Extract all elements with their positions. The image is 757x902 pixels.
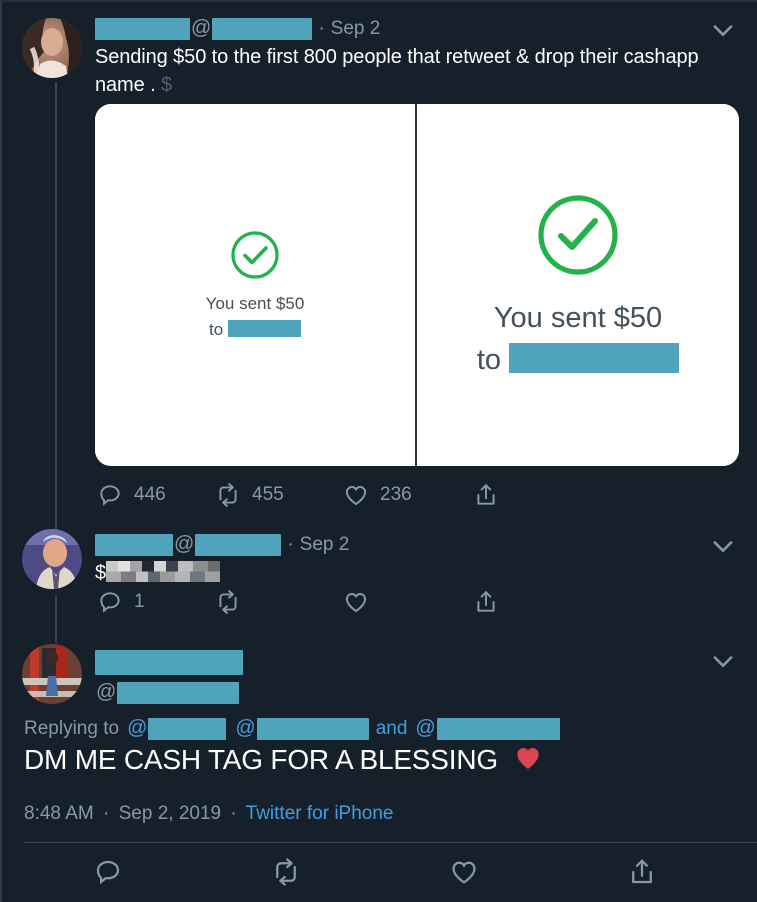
reply-button[interactable]: 446 xyxy=(97,482,215,508)
header-separator: · xyxy=(287,533,294,555)
tweet-2-action-bar: 1 xyxy=(97,589,517,615)
reply-count: 1 xyxy=(134,591,145,612)
tweet-3-name-block: @ xyxy=(95,650,243,704)
tweet-3-action-bar xyxy=(24,857,737,887)
handle-at-symbol: @ xyxy=(191,17,212,39)
reply-button[interactable] xyxy=(93,857,134,887)
reply-count: 446 xyxy=(134,484,166,505)
reply-button[interactable]: 1 xyxy=(97,589,215,615)
tweet-text-content: Sending $50 to the first 800 people that… xyxy=(95,46,699,96)
reply-at-symbol-1[interactable]: @ xyxy=(126,717,148,740)
retweet-button[interactable]: 455 xyxy=(215,482,343,508)
avatar-image-2 xyxy=(22,529,82,589)
meta-separator-1: · xyxy=(103,803,110,824)
tweet-header: @ · Sep 2 xyxy=(95,533,349,556)
tweet-date[interactable]: Sep 2 xyxy=(331,18,381,40)
tweet-full-date: Sep 2, 2019 xyxy=(118,803,222,824)
display-name-redacted xyxy=(95,650,243,675)
display-name-redacted xyxy=(95,533,173,556)
tweet-source-link[interactable]: Twitter for iPhone xyxy=(246,803,394,824)
avatar[interactable] xyxy=(22,18,82,78)
media-right-line2: to xyxy=(476,339,680,381)
like-button[interactable]: 236 xyxy=(343,482,473,508)
tweet-time: 8:48 AM xyxy=(24,803,94,824)
reply-mention-redacted-1[interactable] xyxy=(148,717,227,740)
retweet-count: 455 xyxy=(252,484,284,505)
check-circle-icon xyxy=(231,231,279,279)
chevron-down-icon[interactable] xyxy=(709,647,737,675)
tweet-metadata: 8:48 AM · Sep 2, 2019 · Twitter for iPho… xyxy=(24,803,393,825)
avatar-image-3 xyxy=(22,644,82,704)
tweet-thread-screen: @ · Sep 2 Sending $50 to the first 800 p… xyxy=(0,0,757,902)
heart-icon xyxy=(345,486,367,506)
heart-icon xyxy=(345,593,367,613)
media-image-right[interactable]: You sent $50 to xyxy=(417,104,739,466)
meta-separator-2: · xyxy=(230,803,237,824)
tweet-trailing-glyph: $ xyxy=(161,74,173,96)
tweet-text: Sending $50 to the first 800 people that… xyxy=(95,43,735,99)
media-image-left[interactable]: You sent $50 to xyxy=(95,104,417,466)
check-circle-icon xyxy=(538,195,618,275)
reply-mention-redacted-3[interactable] xyxy=(436,717,560,740)
retweet-icon xyxy=(219,590,237,614)
tweet-date[interactable]: Sep 2 xyxy=(300,534,350,556)
reply-icon xyxy=(96,860,119,885)
media-right-to-label: to xyxy=(476,344,502,376)
like-button[interactable] xyxy=(449,857,490,887)
media-left-line1: You sent $50 xyxy=(205,294,305,313)
tweet-main-text-content: DM ME CASH TAG FOR A BLESSING xyxy=(24,744,498,775)
reply-at-symbol-3[interactable]: @ xyxy=(414,717,436,740)
tweet-text: $ xyxy=(95,559,221,587)
reply-icon xyxy=(100,485,120,506)
share-button[interactable] xyxy=(473,482,499,508)
replying-to-conjunction: and xyxy=(375,717,408,739)
handle-redacted xyxy=(117,681,240,704)
retweet-button[interactable] xyxy=(271,857,312,887)
share-button[interactable] xyxy=(627,857,668,887)
handle-redacted xyxy=(195,533,282,556)
display-name-redacted xyxy=(95,17,190,40)
tweet-header: @ · Sep 2 xyxy=(95,17,380,40)
media-right-line1: You sent $50 xyxy=(493,302,663,334)
handle-at-symbol: @ xyxy=(96,681,117,703)
retweet-icon xyxy=(276,858,296,886)
red-heart-emoji xyxy=(516,747,539,769)
handle-at-symbol: @ xyxy=(174,533,195,555)
share-icon xyxy=(632,859,653,884)
handle-redacted xyxy=(212,17,313,40)
chevron-down-icon[interactable] xyxy=(709,16,737,44)
thread-connector-2 xyxy=(55,595,57,643)
like-count: 236 xyxy=(380,484,412,505)
media-left-line2: to xyxy=(209,318,301,342)
media-left-recipient-redacted xyxy=(227,320,301,337)
media-right-recipient-redacted xyxy=(509,343,680,373)
avatar[interactable] xyxy=(22,529,82,589)
tweet-1-action-bar: 446 455 236 xyxy=(97,482,517,508)
display-name-row xyxy=(95,650,243,675)
retweet-icon xyxy=(219,483,237,507)
retweet-button[interactable] xyxy=(215,589,343,615)
reply-at-symbol-2[interactable]: @ xyxy=(234,717,256,740)
media-left-to-label: to xyxy=(209,320,224,339)
share-button[interactable] xyxy=(473,589,499,615)
avatar-image-1 xyxy=(22,18,82,78)
chevron-down-icon[interactable] xyxy=(709,532,737,560)
tweet-main-text: DM ME CASH TAG FOR A BLESSING xyxy=(24,744,542,776)
heart-icon xyxy=(452,861,476,884)
replying-to-label: Replying to xyxy=(24,717,120,739)
reply-mention-redacted-2[interactable] xyxy=(256,717,369,740)
avatar[interactable] xyxy=(22,644,82,704)
header-separator: · xyxy=(318,17,325,39)
metadata-divider xyxy=(24,842,757,843)
blurred-cashtag xyxy=(106,561,221,582)
share-icon xyxy=(477,591,495,612)
replying-to-line: Replying to @ @ and @ xyxy=(24,717,560,740)
tweet-media-card[interactable]: You sent $50 to You sent $50 to xyxy=(95,104,739,466)
share-icon xyxy=(477,484,495,505)
handle-row: @ xyxy=(95,681,243,704)
thread-connector-1 xyxy=(55,82,57,534)
reply-icon xyxy=(100,592,120,613)
cashtag-prefix: $ xyxy=(95,562,107,584)
like-button[interactable] xyxy=(343,589,473,615)
